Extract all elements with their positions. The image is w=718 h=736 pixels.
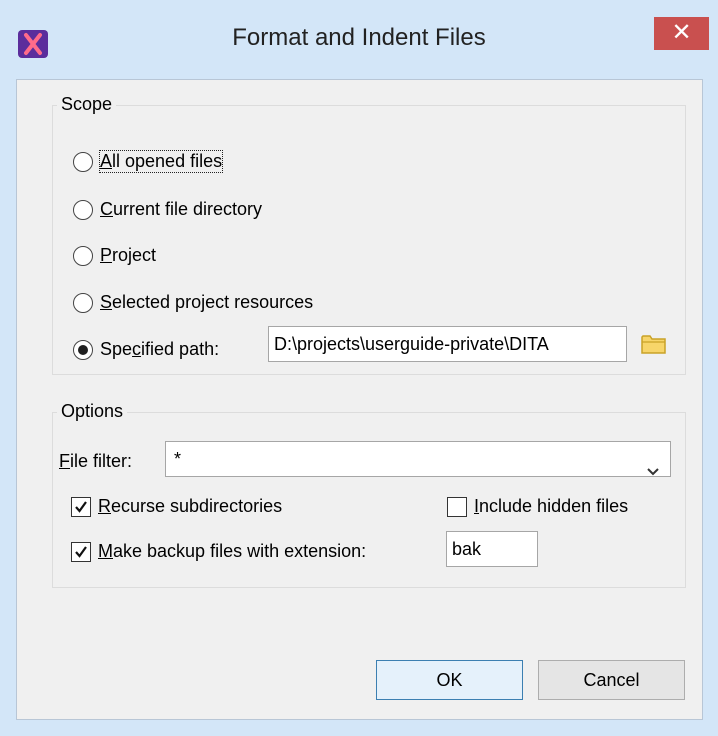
specified-path-input[interactable]: D:\projects\userguide-private\DITA (268, 326, 627, 362)
radio-button[interactable] (73, 339, 93, 360)
dialog-body: Scope All opened files Current file dire… (16, 79, 703, 720)
checkbox-label: Include hidden files (474, 496, 629, 516)
options-legend: Options (57, 401, 128, 421)
radio-selected-project-resources[interactable]: Selected project resources (73, 292, 313, 313)
file-filter-combo[interactable]: * (165, 441, 671, 477)
scope-group: Scope All opened files Current file dire… (52, 94, 686, 375)
dialog-window: Format and Indent Files ✕ Scope All open… (0, 0, 718, 736)
checkbox-label: Make backup files with extension: (98, 541, 367, 561)
folder-icon[interactable] (641, 333, 667, 360)
include-hidden-files-checkbox[interactable]: Include hidden files (447, 496, 628, 517)
close-button[interactable]: ✕ (654, 17, 709, 50)
radio-button[interactable] (73, 292, 93, 313)
radio-current-file-directory[interactable]: Current file directory (73, 199, 262, 220)
radio-label: All opened files (98, 150, 224, 173)
checkbox[interactable] (447, 496, 467, 517)
options-group: Options File filter: * Recurse subdirect… (52, 401, 686, 588)
checkbox[interactable] (71, 541, 91, 562)
radio-label: Project (100, 245, 157, 265)
file-filter-value: * (174, 449, 182, 469)
window-title: Format and Indent Files (232, 24, 486, 51)
checkbox[interactable] (71, 496, 91, 517)
file-filter-label: File filter: (59, 451, 133, 471)
radio-all-opened-files[interactable]: All opened files (73, 150, 224, 173)
radio-button[interactable] (73, 199, 93, 220)
make-backup-files-checkbox[interactable]: Make backup files with extension: (71, 541, 366, 562)
title-bar[interactable]: Format and Indent Files ✕ (0, 0, 718, 80)
cancel-button[interactable]: Cancel (538, 660, 685, 700)
recurse-subdirectories-checkbox[interactable]: Recurse subdirectories (71, 496, 282, 517)
checkbox-label: Recurse subdirectories (98, 496, 283, 516)
radio-button[interactable] (73, 245, 93, 266)
backup-extension-input[interactable]: bak (446, 531, 538, 567)
radio-button[interactable] (73, 151, 93, 172)
radio-project[interactable]: Project (73, 245, 156, 266)
scope-legend: Scope (57, 94, 117, 114)
radio-specified-path[interactable]: Specified path: (73, 339, 219, 360)
ok-button[interactable]: OK (376, 660, 523, 700)
radio-label: Current file directory (100, 199, 263, 219)
radio-label: Specified path: (100, 339, 220, 359)
radio-label: Selected project resources (100, 292, 314, 312)
chevron-down-icon[interactable] (646, 454, 660, 488)
